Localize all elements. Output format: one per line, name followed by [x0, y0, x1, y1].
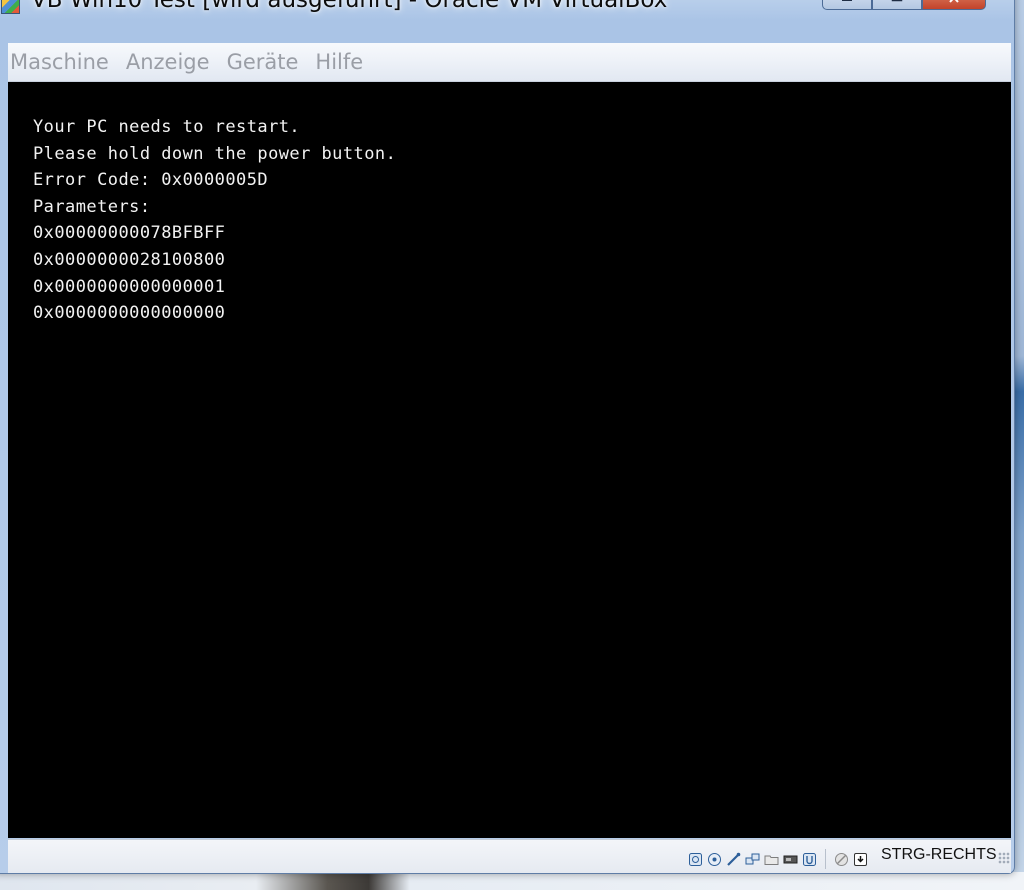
message-line: Your PC needs to restart. — [33, 117, 301, 137]
status-bar: STRG-RECHTS — [8, 839, 1011, 873]
usb-icon[interactable] — [726, 852, 741, 867]
device-indicators — [688, 849, 868, 869]
keyboard-capture-icon[interactable] — [853, 852, 868, 867]
display-icon[interactable] — [783, 852, 798, 867]
menu-hilfe[interactable]: Hilfe — [307, 50, 371, 74]
window-controls — [822, 0, 986, 10]
parameters-heading: Parameters: — [33, 196, 151, 217]
menu-anzeige[interactable]: Anzeige — [118, 50, 218, 74]
virtualbox-app-icon[interactable] — [1, 0, 20, 14]
minimize-button[interactable] — [822, 0, 872, 10]
menu-maschine[interactable]: Maschine — [8, 50, 117, 74]
title-bar[interactable]: VB Win10 Test [wird ausgeführt] - Oracle… — [0, 0, 1014, 25]
close-icon — [949, 0, 959, 3]
restart-message: Your PC needs to restart. Please hold do… — [33, 114, 396, 327]
parameter-value: 0x0000000000000000 — [33, 303, 226, 324]
minimize-icon — [842, 0, 852, 1]
maximize-icon — [891, 0, 903, 2]
menu-geraete[interactable]: Geräte — [219, 50, 307, 74]
parameter-value: 0x00000000078BFBFF — [33, 223, 226, 244]
status-separator — [825, 849, 826, 869]
network-icon[interactable] — [745, 852, 760, 867]
desktop-taskbar-edge — [0, 872, 1024, 890]
message-line: Please hold down the power button. — [33, 143, 397, 164]
mouse-integration-icon[interactable] — [834, 852, 849, 867]
parameter-value: 0x0000000000000001 — [33, 276, 226, 297]
shared-folders-icon[interactable] — [764, 852, 779, 867]
window-title: VB Win10 Test [wird ausgeführt] - Oracle… — [31, 0, 668, 13]
hard-disk-icon[interactable] — [688, 852, 703, 867]
video-capture-icon[interactable] — [802, 852, 817, 867]
menu-bar: Maschine Anzeige Geräte Hilfe — [8, 43, 1011, 82]
error-code-line: Error Code: 0x0000005D — [33, 170, 269, 191]
maximize-button[interactable] — [872, 0, 922, 10]
optical-drive-icon[interactable] — [707, 852, 722, 867]
parameter-value: 0x0000000028100800 — [33, 249, 226, 270]
host-key-label[interactable]: STRG-RECHTS — [881, 846, 997, 864]
close-button[interactable] — [922, 0, 986, 10]
resize-grip-icon[interactable] — [998, 852, 1010, 864]
